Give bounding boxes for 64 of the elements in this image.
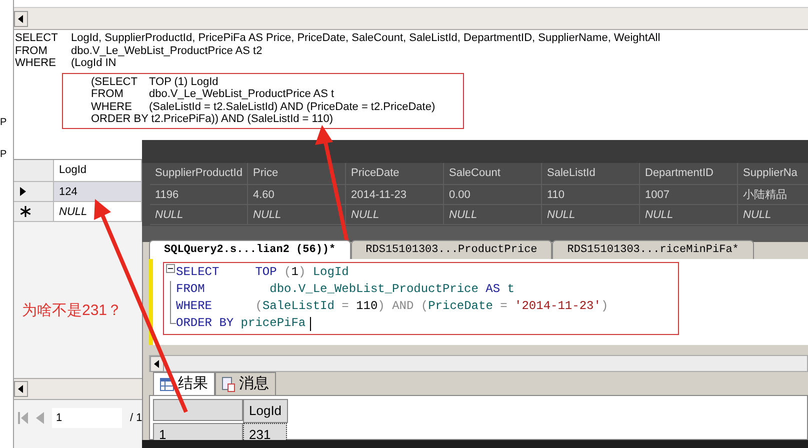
results-tab[interactable]: 消息 (215, 372, 276, 396)
editor-tab[interactable]: SQLQuery2.s...lian2 (56))* (149, 240, 351, 260)
column-header[interactable]: PriceDate (346, 163, 444, 185)
column-header[interactable]: LogId (54, 160, 142, 182)
scroll-left-button[interactable] (14, 10, 28, 26)
column-header[interactable]: SaleCount (444, 163, 542, 185)
column-header[interactable]: SaleListId (542, 163, 640, 185)
table-cell: NULL (640, 205, 738, 225)
table-cell: NULL (542, 205, 640, 225)
text-fragment: P (0, 150, 8, 160)
sql-text: (LogId IN (71, 57, 116, 70)
page-total: / 1 (130, 410, 142, 426)
code-line: FROM dbo.V_Le_WebList_ProductPrice AS t (176, 281, 514, 298)
table-cell: NULL (738, 205, 808, 225)
sql-text: ORDER BY t2.PricePiFa)) AND (SaleListId = 110) (91, 113, 333, 126)
sql-keyword: WHERE (15, 57, 57, 70)
column-header[interactable]: SupplierProductId (150, 163, 248, 185)
table-cell: 110 (542, 185, 640, 205)
table-cell: NULL (150, 205, 248, 225)
column-header[interactable]: DepartmentID (640, 163, 738, 185)
table-cell: 1196 (150, 185, 248, 205)
sql-text: LogId, SupplierProductId, PricePiFa AS Price, PriceDate, SaleCount, SaleListId, DepartmentID, SupplierName, WeightAll (71, 32, 660, 44)
column-header[interactable]: LogId (243, 399, 288, 423)
sql-text: TOP (1) LogId (149, 76, 218, 88)
table-cell: 124 (54, 182, 142, 202)
table-cell: NULL (444, 205, 542, 225)
left-arrow-icon (18, 14, 24, 22)
text-cursor (310, 316, 311, 331)
annotation-text: 为啥不是231？ (22, 301, 122, 321)
table-cell: 1007 (640, 185, 738, 205)
sql-keyword: FROM (91, 88, 124, 100)
sql-text: dbo.V_Le_WebList_ProductPrice AS t (149, 88, 334, 100)
text-fragment: P (0, 118, 8, 128)
column-header[interactable]: Price (248, 163, 346, 185)
collapse-icon[interactable] (166, 264, 174, 274)
table-cell: NULL (248, 205, 346, 225)
sql-keyword: WHERE (91, 100, 133, 113)
sql-text: dbo.V_Le_WebList_ProductPrice AS t2 (71, 44, 262, 57)
code-editor[interactable]: SELECT TOP (1) LogId FROM dbo.V_Le_WebList_ProductPrice AS t WHERE (SaleListId = 110) AND (PriceDate = '2014-11-23') ORDER BY pricePiFa (149, 259, 808, 346)
table-cell: 0.00 (444, 185, 542, 205)
sql-keyword: (SELECT (91, 76, 138, 88)
sql-keyword: SELECT (15, 32, 59, 44)
left-arrow-icon (154, 360, 160, 368)
scroll-left-button[interactable] (150, 356, 164, 372)
column-header[interactable]: SupplierNa (738, 163, 808, 185)
sql-keyword: FROM (15, 44, 48, 57)
scrollbar-track[interactable] (149, 355, 808, 372)
code-line: SELECT TOP (1) LogId (176, 264, 349, 282)
page-field[interactable]: 1 (52, 408, 122, 428)
table-cell: 2014-11-23 (346, 185, 444, 205)
scroll-left-button[interactable] (14, 381, 28, 397)
code-line: ORDER BY pricePiFa (176, 315, 306, 332)
document-icon (222, 376, 235, 392)
grid-icon (160, 378, 174, 391)
table-cell: NULL (346, 205, 444, 225)
code-line: WHERE (SaleListId = 110) AND (PriceDate = '2014-11-23') (176, 298, 608, 316)
sql-text: (SaleListId = t2.SaleListId) AND (PriceDate = t2.PriceDate) (149, 100, 436, 113)
editor-tab[interactable]: RDS15101303...riceMinPiFa* (552, 240, 754, 260)
table-cell: 4.60 (248, 185, 346, 205)
table-cell: 小陆精品 (738, 185, 808, 205)
current-row-icon (20, 187, 26, 196)
editor-tab[interactable]: RDS15101303...ProductPrice (350, 240, 552, 260)
asterisk-icon (20, 206, 31, 217)
left-arrow-icon (18, 385, 24, 393)
